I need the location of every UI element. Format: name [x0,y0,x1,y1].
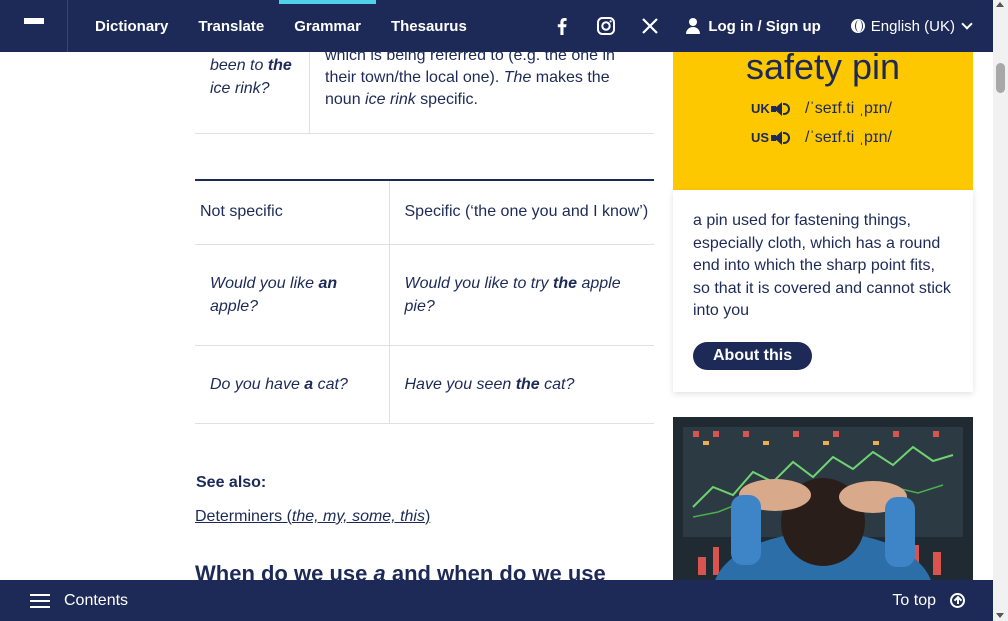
example-cell: Would you like an apple? [195,244,390,346]
list-icon [30,593,50,608]
table-row: Do you have a cat? Have you seen the cat… [195,345,654,424]
word-of-the-day-title[interactable]: safety pin [673,46,973,88]
header-not-specific: Not specific [195,180,390,245]
to-top-button[interactable]: To top [892,592,965,610]
scroll-down-arrow-icon[interactable] [996,613,1004,618]
facebook-icon[interactable] [540,17,584,35]
link-text: Determiners ( [195,508,292,525]
example-text: cat? [539,375,575,393]
user-icon [686,18,701,34]
uk-pronunciation: UK /ˈseɪf.ti ˌpɪn/ [751,94,973,123]
table-header-row: Not specific Specific (‘the one you and … [195,180,654,245]
example-article: the [553,274,577,292]
language-selector[interactable]: English (UK) [850,17,973,35]
stock-market-ad-image[interactable] [673,417,973,580]
us-label: US [751,130,770,145]
chevron-down-icon [961,18,973,30]
instagram-icon[interactable] [584,17,628,35]
example-text: apple? [210,297,259,315]
bottom-bar: Contents To top [0,580,993,621]
login-label: Log in / Sign up [708,17,821,35]
explanation-cell: which is being referred to (e.g. the one… [310,47,654,133]
contents-button[interactable]: Contents [30,592,128,610]
scroll-thumb[interactable] [996,63,1005,93]
globe-icon [850,19,865,33]
example-text: Have you seen [404,375,516,393]
explanation-italic: The [503,69,532,86]
link-italic-text: the, my, some, this [291,508,425,525]
word-definition: a pin used for fastening things, especia… [693,212,951,320]
page-scrollbar[interactable] [993,0,1008,621]
link-text: ) [424,508,431,525]
example-text: ice rink? [210,80,270,97]
audio-speaker-icon[interactable] [771,101,791,117]
table-row: Would you like an apple? Would you like … [195,244,654,346]
example-cell: Have you seen the cat? [389,345,654,424]
word-of-the-day-card: a pin used for fastening things, especia… [673,190,973,392]
article-content: been to the ice rink? which is being ref… [195,47,654,134]
example-article: an [318,274,338,292]
example-article: a [304,375,314,393]
example-text: cat? [313,375,348,393]
login-signup-link[interactable]: Log in / Sign up [686,17,821,35]
nav-dictionary[interactable]: Dictionary [80,0,183,52]
us-ipa: /ˈseɪf.ti ˌpɪn/ [805,128,892,146]
audio-speaker-icon[interactable] [771,130,791,146]
example-text: Would you like to try [404,274,553,292]
example-text: Do you have [210,375,305,393]
see-also-label: See also: [196,474,267,491]
example-article: the [515,375,540,393]
uk-label: UK [751,101,770,116]
x-icon[interactable] [628,18,672,34]
example-cell: Would you like to try the apple pie? [389,244,654,346]
example-text: been to [210,57,268,74]
arrow-up-circle-icon [950,593,965,608]
article-comparison-table: Not specific Specific (‘the one you and … [195,179,654,424]
explanation-text: specific. [415,91,478,108]
scroll-up-arrow-icon[interactable] [996,2,1004,7]
example-cell: been to the ice rink? [195,52,310,133]
example-article: the [267,57,292,74]
example-cell: Do you have a cat? [195,345,390,424]
header-specific: Specific (‘the one you and I know’) [389,180,654,245]
example-text: Would you like [210,274,319,292]
uk-ipa: /ˈseɪf.ti ˌpɪn/ [805,99,892,117]
menu-button[interactable] [0,0,68,52]
to-top-label: To top [892,591,936,609]
about-this-button[interactable]: About this [693,341,813,370]
hamburger-icon [23,18,44,34]
us-pronunciation: US /ˈseɪf.ti ˌpɪn/ [751,123,973,152]
language-label: English (UK) [870,17,955,35]
explanation-italic: ice rink [365,91,416,108]
table-row: been to the ice rink? which is being ref… [195,47,654,134]
word-of-the-day-banner: safety pin UK /ˈseɪf.ti ˌpɪn/ US /ˈseɪf.… [673,46,973,190]
determiners-link[interactable]: Determiners (the, my, some, this) [195,508,430,526]
contents-label: Contents [64,591,129,609]
nav-translate[interactable]: Translate [183,0,279,52]
